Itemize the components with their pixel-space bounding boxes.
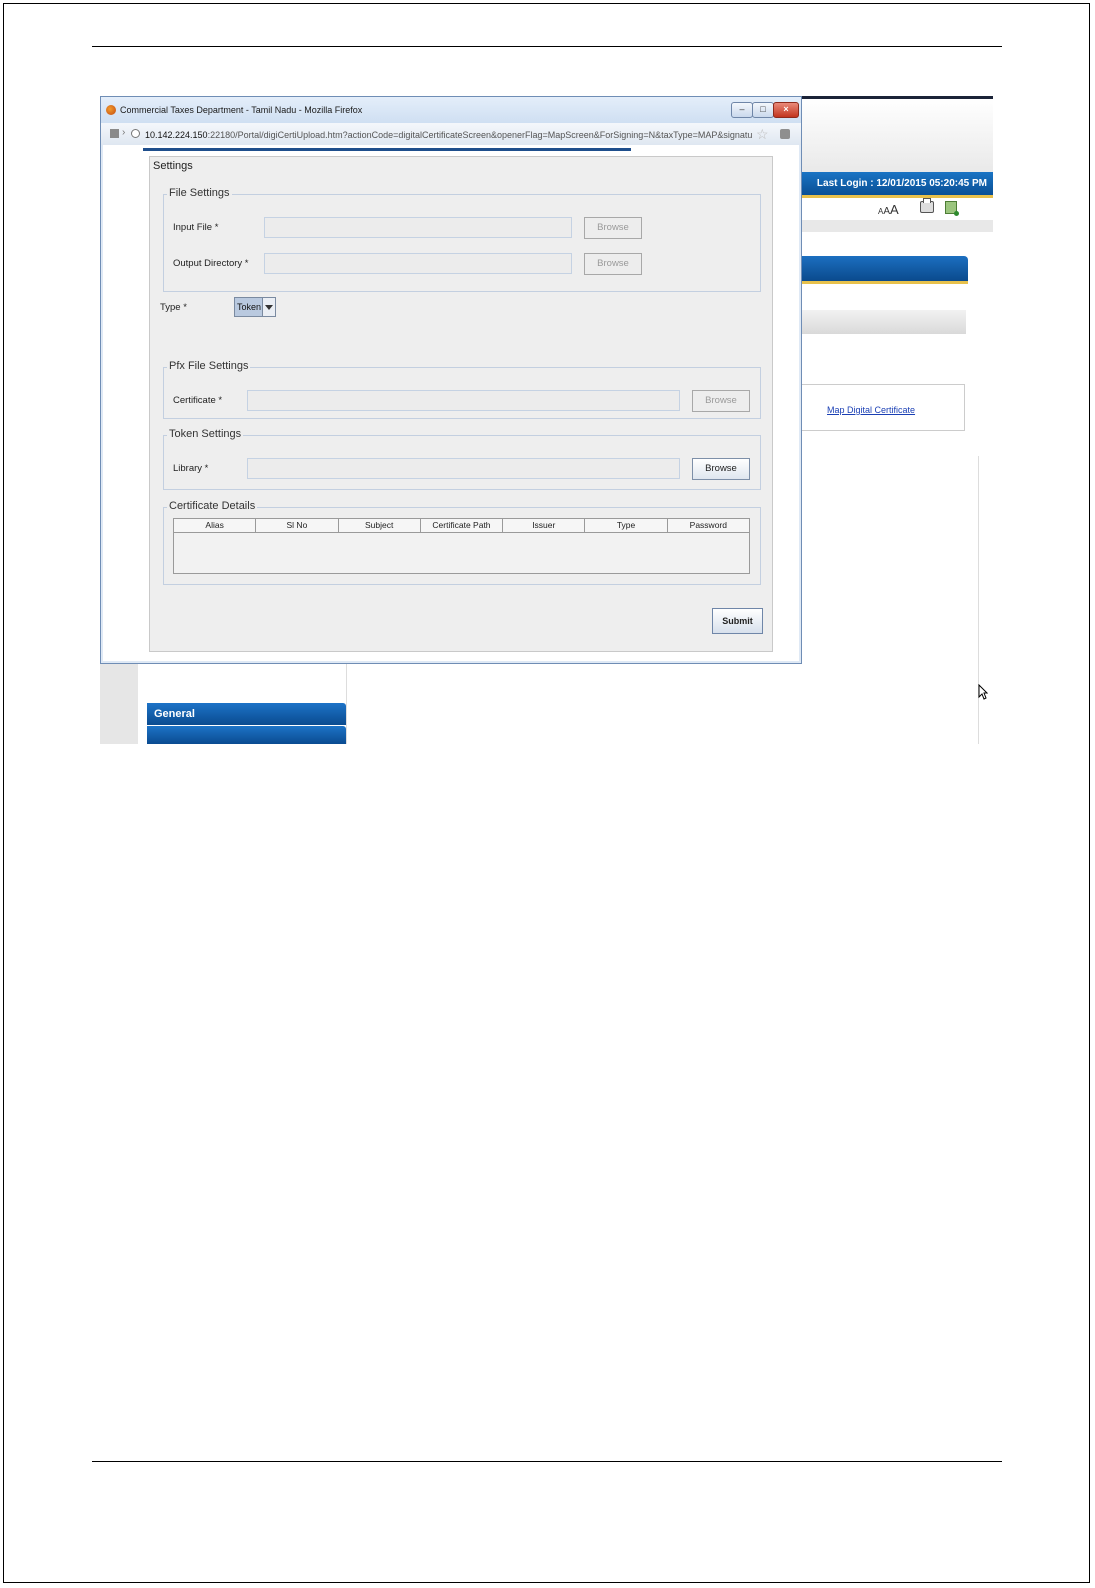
maximize-button[interactable]: □ bbox=[752, 102, 774, 118]
export-icon[interactable] bbox=[945, 201, 959, 216]
file-settings-legend: File Settings bbox=[167, 187, 232, 199]
column-subject[interactable]: Subject bbox=[339, 519, 421, 532]
column-alias[interactable]: Alias bbox=[174, 519, 257, 532]
left-gutter bbox=[100, 664, 138, 744]
globe-icon bbox=[131, 129, 140, 138]
settings-applet: Settings File Settings Input File * Brow… bbox=[149, 156, 773, 652]
output-directory-field[interactable] bbox=[264, 253, 572, 274]
certificate-field[interactable] bbox=[247, 390, 680, 411]
pfx-file-settings-group: Pfx File Settings Certificate * Browse bbox=[163, 360, 761, 419]
submit-button[interactable]: Submit bbox=[712, 608, 763, 634]
screenshot: Last Login : 12/01/2015 05:20:45 PM AAA … bbox=[100, 96, 993, 744]
last-login-bar: Last Login : 12/01/2015 05:20:45 PM bbox=[800, 172, 993, 195]
input-file-browse-button[interactable]: Browse bbox=[584, 217, 642, 239]
section-banner bbox=[800, 256, 968, 281]
portal-header bbox=[800, 99, 993, 172]
close-button[interactable]: × bbox=[773, 102, 799, 118]
certificate-details-legend: Certificate Details bbox=[167, 500, 258, 512]
progress-line bbox=[143, 148, 631, 151]
firefox-logo-icon bbox=[106, 105, 116, 115]
window-titlebar[interactable]: Commercial Taxes Department - Tamil Nadu… bbox=[101, 97, 801, 123]
minimize-button[interactable]: – bbox=[731, 102, 753, 118]
content-divider bbox=[978, 456, 979, 744]
library-browse-button[interactable]: Browse bbox=[692, 458, 750, 480]
pfx-file-settings-legend: Pfx File Settings bbox=[167, 360, 251, 372]
output-directory-browse-button[interactable]: Browse bbox=[584, 253, 642, 275]
library-label: Library * bbox=[173, 463, 209, 474]
token-settings-group: Token Settings Library * Browse bbox=[163, 428, 761, 490]
page-icon bbox=[110, 129, 119, 138]
chevron-down-icon[interactable] bbox=[262, 298, 275, 316]
output-directory-label: Output Directory * bbox=[173, 258, 249, 269]
font-medium-button[interactable]: A bbox=[883, 206, 890, 217]
print-icon[interactable] bbox=[920, 198, 934, 213]
type-select-value: Token bbox=[237, 302, 262, 312]
grey-strip bbox=[800, 220, 993, 232]
map-digital-certificate-link[interactable]: Map Digital Certificate bbox=[827, 405, 915, 415]
url-bar[interactable]: › 10.142.224.150:22180/Portal/digiCertiU… bbox=[101, 123, 801, 145]
reader-icon[interactable] bbox=[780, 129, 790, 139]
top-rule bbox=[92, 46, 1002, 47]
chevron-right-icon: › bbox=[122, 127, 126, 138]
section-banner-accent bbox=[800, 281, 968, 284]
firefox-popup-window: Commercial Taxes Department - Tamil Nadu… bbox=[100, 96, 802, 664]
settings-title: Settings bbox=[153, 160, 193, 172]
bottom-rule bbox=[92, 1461, 1002, 1462]
column-sl-no[interactable]: Sl No bbox=[256, 519, 339, 532]
file-settings-group: File Settings Input File * Browse Output… bbox=[163, 187, 761, 292]
certificate-browse-button[interactable]: Browse bbox=[692, 390, 750, 412]
font-size-controls: AAA bbox=[878, 202, 899, 217]
certificate-label: Certificate * bbox=[173, 395, 223, 406]
column-password[interactable]: Password bbox=[668, 519, 749, 532]
window-title: Commercial Taxes Department - Tamil Nadu… bbox=[120, 105, 363, 115]
bookmark-star-icon[interactable]: ☆ bbox=[756, 126, 769, 143]
token-settings-legend: Token Settings bbox=[167, 428, 244, 440]
column-issuer[interactable]: Issuer bbox=[503, 519, 586, 532]
certificate-details-group: Certificate Details Alias Sl No Subject … bbox=[163, 500, 761, 585]
font-large-button[interactable]: A bbox=[890, 202, 899, 217]
certificate-table[interactable]: Alias Sl No Subject Certificate Path Iss… bbox=[173, 518, 750, 574]
column-type[interactable]: Type bbox=[585, 519, 668, 532]
certificate-table-header: Alias Sl No Subject Certificate Path Iss… bbox=[174, 519, 749, 533]
column-certificate-path[interactable]: Certificate Path bbox=[421, 519, 504, 532]
sidebar-item-next[interactable] bbox=[147, 726, 346, 744]
url-text[interactable]: 10.142.224.150:22180/Portal/digiCertiUpl… bbox=[145, 130, 753, 140]
library-field[interactable] bbox=[247, 458, 680, 479]
type-label: Type * bbox=[160, 302, 187, 313]
type-select[interactable]: Token bbox=[234, 297, 276, 317]
input-file-field[interactable] bbox=[264, 217, 572, 238]
sidebar-item-general[interactable]: General bbox=[147, 703, 346, 725]
input-file-label: Input File * bbox=[173, 222, 219, 233]
subsection-bar bbox=[800, 310, 966, 334]
